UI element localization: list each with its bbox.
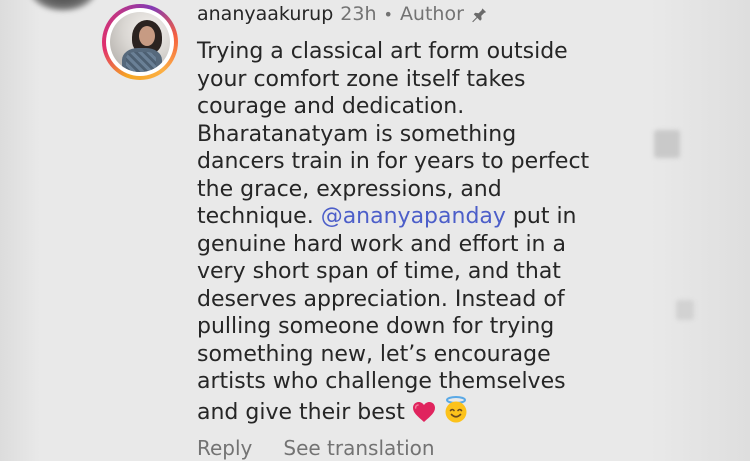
comment-line: something new, let’s encourage xyxy=(197,341,551,367)
mention-link[interactable]: @ananyapanday xyxy=(321,204,506,229)
comment-body: Trying a classical art form outside your… xyxy=(197,38,637,426)
comment-line-last: and give their best xyxy=(197,395,637,427)
avatar-photo xyxy=(110,12,170,72)
comment-text-fragment: and give their best xyxy=(197,399,405,425)
comment-line: very short span of time, and that xyxy=(197,259,561,284)
timestamp: 23h xyxy=(340,3,377,25)
comment-line: courage and dedication. xyxy=(197,94,465,119)
see-translation-button[interactable]: See translation xyxy=(283,436,434,460)
author-badge: Author xyxy=(399,3,464,25)
comment-line-with-mention: technique. @ananyapanday put in xyxy=(197,203,637,231)
comment-line: Trying a classical art form outside xyxy=(197,39,568,64)
comment-actions: Reply See translation xyxy=(197,436,466,460)
comment-text-fragment: put in xyxy=(512,204,577,229)
comment-line: artists who challenge themselves xyxy=(197,369,566,394)
separator-dot: • xyxy=(383,4,393,24)
comment-line: the grace, expressions, and xyxy=(197,176,502,202)
angel-emoji xyxy=(445,395,467,422)
comment-line: pulling someone down for trying xyxy=(197,314,555,339)
avatar-border xyxy=(106,8,174,76)
avatar-outfit xyxy=(126,52,156,72)
heart-emoji xyxy=(412,401,435,422)
comment-line: dancers train in for years to perfect xyxy=(197,149,590,174)
avatar-face xyxy=(139,26,155,46)
comment-line: genuine hard work and effort in a xyxy=(197,231,566,257)
comment-line: Bharatanatyam is something xyxy=(197,121,517,147)
pin-icon xyxy=(472,6,487,23)
comment-line: deserves appreciation. Instead of xyxy=(197,286,565,312)
comment-text-fragment: technique. xyxy=(197,204,314,229)
comment-header: ananyaakurup 23h • Author xyxy=(197,1,488,27)
comment: ananyaakurup 23h • Author Trying a class… xyxy=(0,0,750,461)
comment-line: your comfort zone itself takes xyxy=(197,66,526,92)
username[interactable]: ananyaakurup xyxy=(197,3,333,25)
avatar[interactable] xyxy=(102,4,178,80)
reply-button[interactable]: Reply xyxy=(197,436,252,460)
